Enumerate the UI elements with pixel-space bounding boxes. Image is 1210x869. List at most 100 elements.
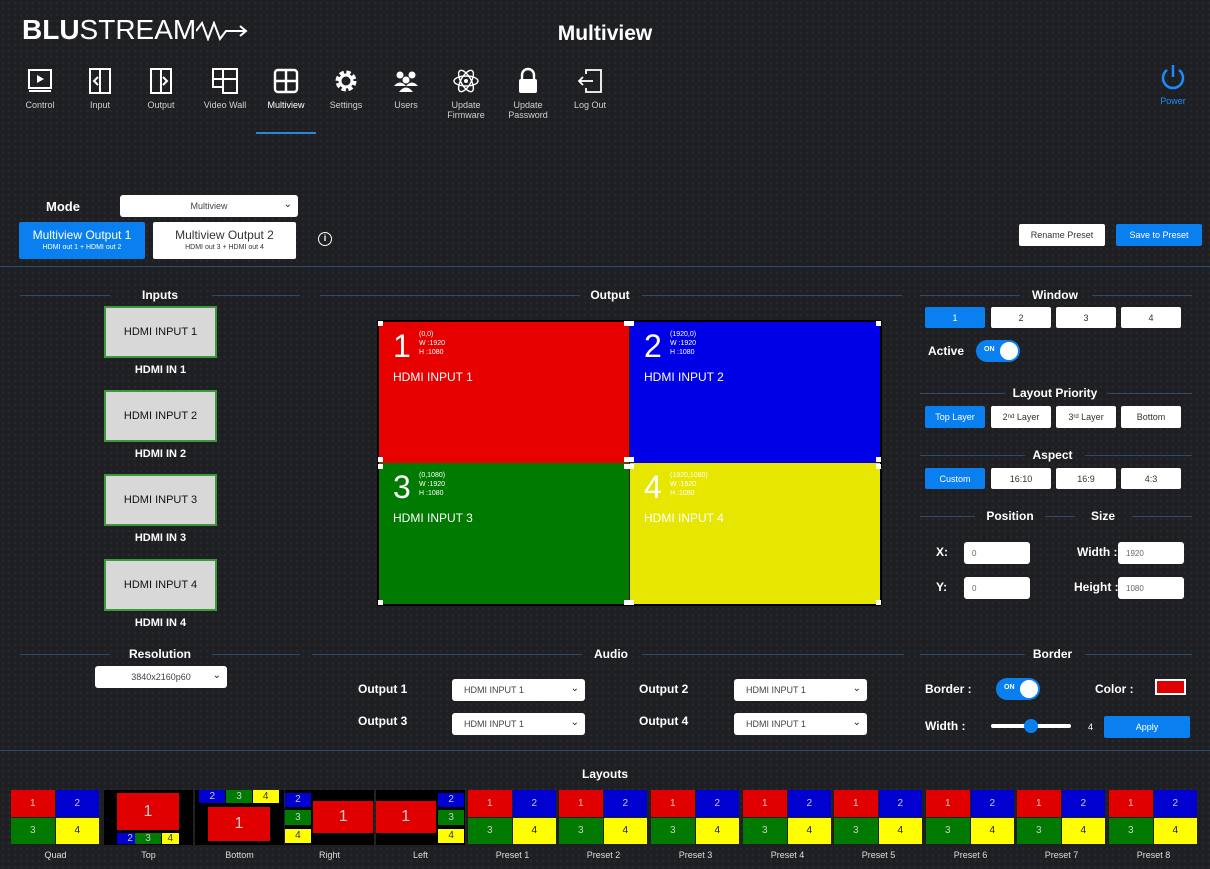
input-button-3[interactable]: HDMI INPUT 3 [104, 474, 217, 526]
resize-handle[interactable] [629, 600, 634, 605]
layout-top[interactable]: 1234 [104, 790, 193, 845]
divider [1132, 516, 1192, 517]
chevron-down-icon: ⌄ [283, 199, 292, 210]
width-input[interactable]: 1920 [1118, 542, 1184, 564]
layout-cell: 1 [1017, 790, 1061, 817]
power-button[interactable]: Power [1148, 62, 1198, 106]
toggle-on-text: ON [984, 346, 995, 353]
nav-item-input[interactable]: Input [70, 66, 130, 110]
window-number: 2 [644, 328, 662, 364]
nav-item-multiview[interactable]: Multiview [256, 66, 316, 110]
layout-preset-4[interactable]: 1234 [743, 790, 832, 845]
aspect-custom-button[interactable]: Custom [925, 468, 985, 489]
rename-preset-button[interactable]: Rename Preset [1019, 224, 1105, 246]
multiview-output-2-button[interactable]: Multiview Output 2 HDMI out 3 + HDMI out… [153, 222, 296, 259]
window-coords: (1920,1080) W :1920 H :1080 [670, 471, 708, 498]
input-button-4[interactable]: HDMI INPUT 4 [104, 559, 217, 611]
layout-preset-3[interactable]: 1234 [651, 790, 740, 845]
layout-cell: 1 [117, 792, 179, 831]
resize-handle[interactable] [629, 464, 634, 469]
layout-preset-7[interactable]: 1234 [1017, 790, 1106, 845]
resize-handle[interactable] [876, 600, 881, 605]
divider [312, 654, 582, 655]
resize-handle[interactable] [876, 457, 881, 462]
border-toggle[interactable]: ON [996, 678, 1040, 700]
layout-bottom[interactable]: 234 1 [195, 790, 284, 845]
aspect-16-9-button[interactable]: 16:9 [1056, 468, 1116, 489]
output-window-3[interactable]: 3 (0,1080) W :1920 H :1080 HDMI INPUT 3 [379, 463, 629, 604]
nav-item-log-out[interactable]: Log Out [560, 66, 620, 110]
nav-item-users[interactable]: Users [376, 66, 436, 110]
nav-item-control[interactable]: Control [10, 66, 70, 110]
mode-select[interactable]: Multiview ⌄ [120, 195, 298, 217]
active-toggle[interactable]: ON [976, 340, 1020, 362]
layout-left[interactable]: 12 3 4 [376, 790, 465, 845]
nav-item-video-wall[interactable]: Video Wall [195, 66, 255, 110]
input-button-1[interactable]: HDMI INPUT 1 [104, 306, 217, 358]
layout-preset-5[interactable]: 1234 [834, 790, 923, 845]
resize-handle[interactable] [378, 464, 383, 469]
third-layer-button[interactable]: 3rd Layer [1056, 406, 1116, 428]
nav-item-output[interactable]: Output [131, 66, 191, 110]
x-input[interactable]: 0 [964, 542, 1030, 564]
layout-preset-8[interactable]: 1234 [1109, 790, 1198, 845]
nav-item-update-firmware[interactable]: Update Firmware [436, 66, 496, 120]
layout-preset-1[interactable]: 1234 [468, 790, 557, 845]
layout-right[interactable]: 2 3 41 [285, 790, 374, 845]
layout-cell: 2 [55, 790, 99, 817]
layout-label: Left [412, 850, 428, 860]
layout-cell: 3 [468, 817, 512, 844]
window-button-4[interactable]: 4 [1121, 307, 1181, 328]
y-input[interactable]: 0 [964, 577, 1030, 599]
x-label: X: [936, 545, 948, 559]
border-label: Border : [925, 682, 972, 696]
layout-preset-2[interactable]: 1234 [559, 790, 648, 845]
audio-output-2-select[interactable]: HDMI INPUT 1 ⌄ [734, 679, 867, 701]
info-icon[interactable]: i [318, 232, 332, 246]
audio-output-1-select[interactable]: HDMI INPUT 1 ⌄ [452, 679, 585, 701]
resize-handle[interactable] [378, 457, 383, 462]
divider [920, 455, 1025, 456]
divider [920, 516, 975, 517]
resize-handle[interactable] [629, 457, 634, 462]
active-label: Active [928, 344, 965, 358]
resize-handle[interactable] [378, 600, 383, 605]
save-to-preset-button[interactable]: Save to Preset [1116, 224, 1202, 246]
aspect-4-3-button[interactable]: 4:3 [1121, 468, 1181, 489]
window-button-2[interactable]: 2 [991, 307, 1051, 328]
input-button-2[interactable]: HDMI INPUT 2 [104, 390, 217, 442]
border-color-swatch[interactable] [1155, 679, 1186, 695]
nav-item-update-password[interactable]: Update Password [498, 66, 558, 120]
window-button-3[interactable]: 3 [1056, 307, 1116, 328]
output-window-4[interactable]: 4 (1920,1080) W :1920 H :1080 HDMI INPUT 4 [630, 463, 880, 604]
layout-preset-6[interactable]: 1234 [926, 790, 1015, 845]
audio-output-1-value: HDMI INPUT 1 [464, 685, 524, 695]
resize-handle[interactable] [378, 321, 383, 326]
apply-button[interactable]: Apply [1104, 716, 1190, 738]
output-window-1[interactable]: 1 (0,0) W :1920 H :1080 HDMI INPUT 1 [379, 322, 629, 463]
layout-cell: 2 [512, 790, 556, 817]
audio-output-4-select[interactable]: HDMI INPUT 1 ⌄ [734, 713, 867, 735]
layout-label: Bottom [225, 850, 254, 860]
multiview-output-1-button[interactable]: Multiview Output 1 HDMI out 1 + HDMI out… [19, 222, 145, 259]
aspect-16-10-button[interactable]: 16:10 [991, 468, 1051, 489]
output-window-2[interactable]: 2 (1920,0) W :1920 H :1080 HDMI INPUT 2 [630, 322, 880, 463]
resize-handle[interactable] [629, 321, 634, 326]
chevron-down-icon: ⌄ [570, 683, 579, 694]
height-input[interactable]: 1080 [1118, 577, 1184, 599]
layout-cell: 2 [787, 790, 831, 817]
output-canvas[interactable]: 1 (0,0) W :1920 H :1080 HDMI INPUT 1 2 (19… [377, 320, 882, 606]
border-width-slider-handle[interactable] [1024, 719, 1038, 733]
resolution-select[interactable]: 3840x2160p60 ⌄ [95, 666, 227, 688]
top-layer-button[interactable]: Top Layer [925, 406, 985, 428]
resize-handle[interactable] [876, 464, 881, 469]
divider [20, 295, 110, 296]
bottom-layer-button[interactable]: Bottom [1121, 406, 1181, 428]
window-number: 4 [644, 469, 662, 505]
audio-output-3-select[interactable]: HDMI INPUT 1 ⌄ [452, 713, 585, 735]
layout-quad[interactable]: 1234 [11, 790, 100, 845]
resize-handle[interactable] [876, 321, 881, 326]
second-layer-button[interactable]: 2nd Layer [991, 406, 1051, 428]
nav-item-settings[interactable]: Settings [316, 66, 376, 110]
window-button-1[interactable]: 1 [925, 307, 985, 328]
